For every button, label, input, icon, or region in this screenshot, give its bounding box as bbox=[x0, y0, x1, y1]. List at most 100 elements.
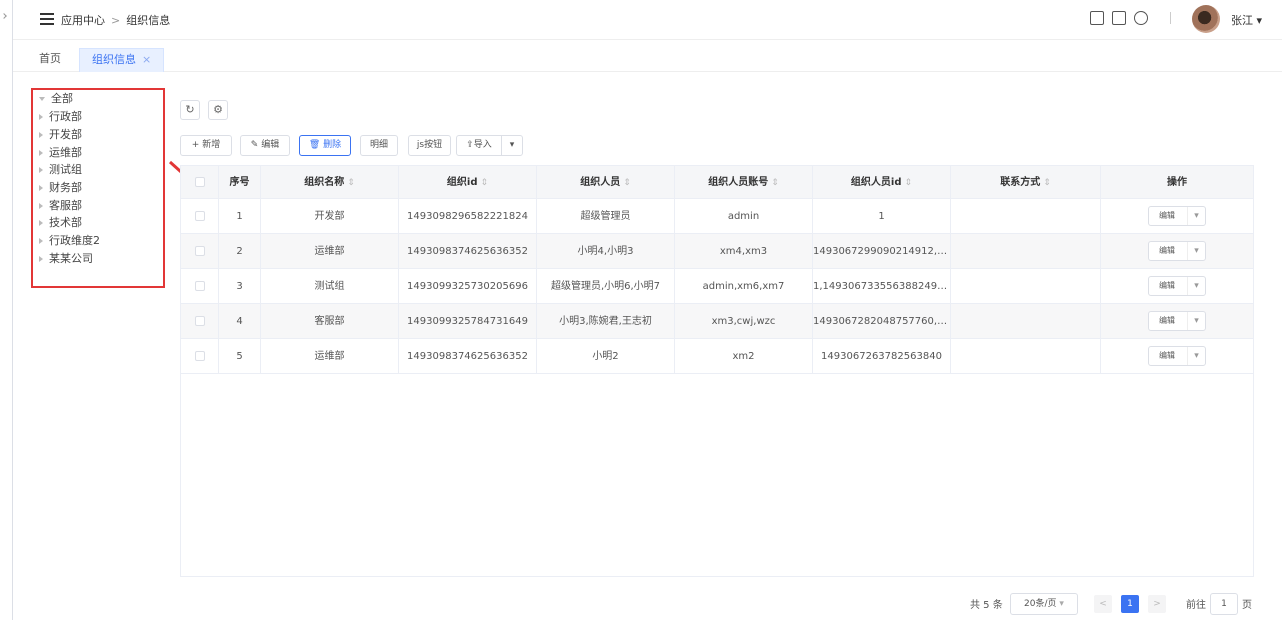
collapse-arrow-icon[interactable] bbox=[1, 13, 7, 19]
caret-right-icon[interactable] bbox=[39, 220, 43, 226]
chevron-down-icon[interactable]: ▾ bbox=[1187, 207, 1205, 225]
chevron-down-icon: ▾ bbox=[1059, 599, 1064, 609]
row-edit-button[interactable]: 编辑 ▾ bbox=[1148, 311, 1206, 331]
tab-org-info-label: 组织信息 bbox=[92, 53, 136, 66]
tab-home-label: 首页 bbox=[39, 52, 61, 65]
tree-item-label: 财务部 bbox=[49, 181, 82, 194]
prev-page-button[interactable]: < bbox=[1094, 595, 1112, 613]
detail-button[interactable]: 明细 bbox=[360, 135, 398, 156]
cell-contact bbox=[951, 339, 1101, 374]
col-contact[interactable]: 联系方式 ⇕ bbox=[951, 166, 1101, 199]
caret-down-icon[interactable] bbox=[39, 97, 45, 101]
cell-member-ids: 1 bbox=[813, 199, 951, 234]
tree-item[interactable]: 测试组 bbox=[39, 161, 82, 177]
org-table: 序号 组织名称 ⇕ 组织id ⇕ 组织人员 ⇕ 组织人员账号 ⇕ 组织人员id ⇕ 联系方… bbox=[180, 165, 1254, 577]
cell-name: 客服部 bbox=[261, 304, 399, 339]
caret-right-icon[interactable] bbox=[39, 114, 43, 120]
cell-actions: 编辑 ▾ bbox=[1101, 199, 1253, 234]
import-button[interactable]: ⇪导入 bbox=[456, 135, 502, 156]
gear-icon[interactable]: ⚙ bbox=[208, 100, 228, 120]
tab-home[interactable]: 首页 bbox=[27, 48, 73, 72]
caret-right-icon[interactable] bbox=[39, 132, 43, 138]
next-page-button[interactable]: > bbox=[1148, 595, 1166, 613]
row-checkbox-cell bbox=[181, 199, 219, 234]
tab-org-info[interactable]: 组织信息 × bbox=[79, 48, 165, 72]
close-icon[interactable]: × bbox=[142, 53, 151, 66]
row-checkbox[interactable] bbox=[194, 211, 205, 221]
col-name[interactable]: 组织名称 ⇕ bbox=[261, 166, 399, 199]
table-row[interactable]: 3 测试组 1493099325730205696 超级管理员,小明6,小明7 … bbox=[181, 269, 1253, 304]
sort-icon[interactable]: ⇕ bbox=[347, 178, 355, 188]
chevron-down-icon[interactable]: ▾ bbox=[1187, 347, 1205, 365]
col-accounts[interactable]: 组织人员账号 ⇕ bbox=[675, 166, 813, 199]
row-checkbox[interactable] bbox=[194, 246, 205, 256]
message-icon[interactable] bbox=[1090, 11, 1104, 25]
cell-contact bbox=[951, 234, 1101, 269]
page-size-label: 20条/页 bbox=[1024, 599, 1057, 609]
sort-icon[interactable]: ⇕ bbox=[905, 178, 913, 188]
col-id[interactable]: 组织id ⇕ bbox=[399, 166, 537, 199]
tree-item[interactable]: 行政维度2 bbox=[39, 232, 100, 248]
menu-toggle-icon[interactable] bbox=[40, 13, 54, 25]
avatar[interactable] bbox=[1192, 5, 1220, 33]
tree-item-all[interactable]: 全部 bbox=[39, 90, 73, 106]
caret-right-icon[interactable] bbox=[39, 238, 43, 244]
cell-member-ids: 1493067299090214912,1... bbox=[813, 234, 951, 269]
tree-item[interactable]: 财务部 bbox=[39, 179, 82, 195]
edit-button[interactable]: ✎ 编辑 bbox=[240, 135, 290, 156]
page-size-select[interactable]: 20条/页 ▾ bbox=[1010, 593, 1078, 615]
caret-right-icon[interactable] bbox=[39, 203, 43, 209]
tree-item[interactable]: 客服部 bbox=[39, 197, 82, 213]
user-name[interactable]: 张江 ▾ bbox=[1231, 12, 1262, 28]
cell-actions: 编辑 ▾ bbox=[1101, 304, 1253, 339]
table-row[interactable]: 4 客服部 1493099325784731649 小明3,陈婉君,王志初 xm… bbox=[181, 304, 1253, 339]
tree-item[interactable]: 行政部 bbox=[39, 108, 82, 124]
theme-icon[interactable] bbox=[1134, 11, 1148, 25]
row-edit-button[interactable]: 编辑 ▾ bbox=[1148, 346, 1206, 366]
row-checkbox[interactable] bbox=[194, 316, 205, 326]
breadcrumb-separator: > bbox=[111, 14, 121, 27]
sort-icon[interactable]: ⇕ bbox=[481, 178, 489, 188]
import-more-button[interactable]: ▾ bbox=[501, 135, 523, 156]
col-members[interactable]: 组织人员 ⇕ bbox=[537, 166, 675, 199]
fullscreen-icon[interactable] bbox=[1112, 11, 1126, 25]
col-actions: 操作 bbox=[1101, 166, 1253, 199]
js-button[interactable]: js按钮 bbox=[408, 135, 451, 156]
chevron-down-icon[interactable]: ▾ bbox=[1187, 312, 1205, 330]
cell-name: 运维部 bbox=[261, 339, 399, 374]
sort-icon[interactable]: ⇕ bbox=[623, 178, 631, 188]
row-edit-button[interactable]: 编辑 ▾ bbox=[1148, 276, 1206, 296]
goto-page-input[interactable]: 1 bbox=[1210, 593, 1238, 615]
caret-right-icon[interactable] bbox=[39, 167, 43, 173]
caret-right-icon[interactable] bbox=[39, 150, 43, 156]
col-member-ids[interactable]: 组织人员id ⇕ bbox=[813, 166, 951, 199]
table-row[interactable]: 2 运维部 1493098374625636352 小明4,小明3 xm4,xm… bbox=[181, 234, 1253, 269]
row-checkbox[interactable] bbox=[194, 351, 205, 361]
cell-no: 1 bbox=[219, 199, 261, 234]
table-row[interactable]: 5 运维部 1493098374625636352 小明2 xm2 149306… bbox=[181, 339, 1253, 374]
sort-icon[interactable]: ⇕ bbox=[771, 178, 779, 188]
cell-members: 超级管理员 bbox=[537, 199, 675, 234]
tree-item[interactable]: 运维部 bbox=[39, 144, 82, 160]
page-number-current[interactable]: 1 bbox=[1121, 595, 1139, 613]
row-checkbox[interactable] bbox=[194, 281, 205, 291]
caret-right-icon[interactable] bbox=[39, 185, 43, 191]
tree-item[interactable]: 某某公司 bbox=[39, 250, 93, 266]
chevron-down-icon[interactable]: ▾ bbox=[1187, 277, 1205, 295]
chevron-down-icon[interactable]: ▾ bbox=[1187, 242, 1205, 260]
table-row[interactable]: 1 开发部 1493098296582221824 超级管理员 admin 1 … bbox=[181, 199, 1253, 234]
delete-button[interactable]: 🗑 删除 bbox=[299, 135, 351, 156]
add-button[interactable]: + 新增 bbox=[180, 135, 232, 156]
row-edit-label: 编辑 bbox=[1159, 281, 1175, 290]
tree-item[interactable]: 开发部 bbox=[39, 126, 82, 142]
refresh-icon[interactable]: ↻ bbox=[180, 100, 200, 120]
tree-item[interactable]: 技术部 bbox=[39, 214, 82, 230]
row-edit-button[interactable]: 编辑 ▾ bbox=[1148, 241, 1206, 261]
row-edit-button[interactable]: 编辑 ▾ bbox=[1148, 206, 1206, 226]
sort-icon[interactable]: ⇕ bbox=[1043, 178, 1051, 188]
select-all-checkbox[interactable] bbox=[194, 177, 205, 187]
caret-right-icon[interactable] bbox=[39, 256, 43, 262]
row-checkbox-cell bbox=[181, 234, 219, 269]
breadcrumb-root[interactable]: 应用中心 bbox=[61, 14, 105, 27]
cell-id: 1493098374625636352 bbox=[399, 234, 537, 269]
